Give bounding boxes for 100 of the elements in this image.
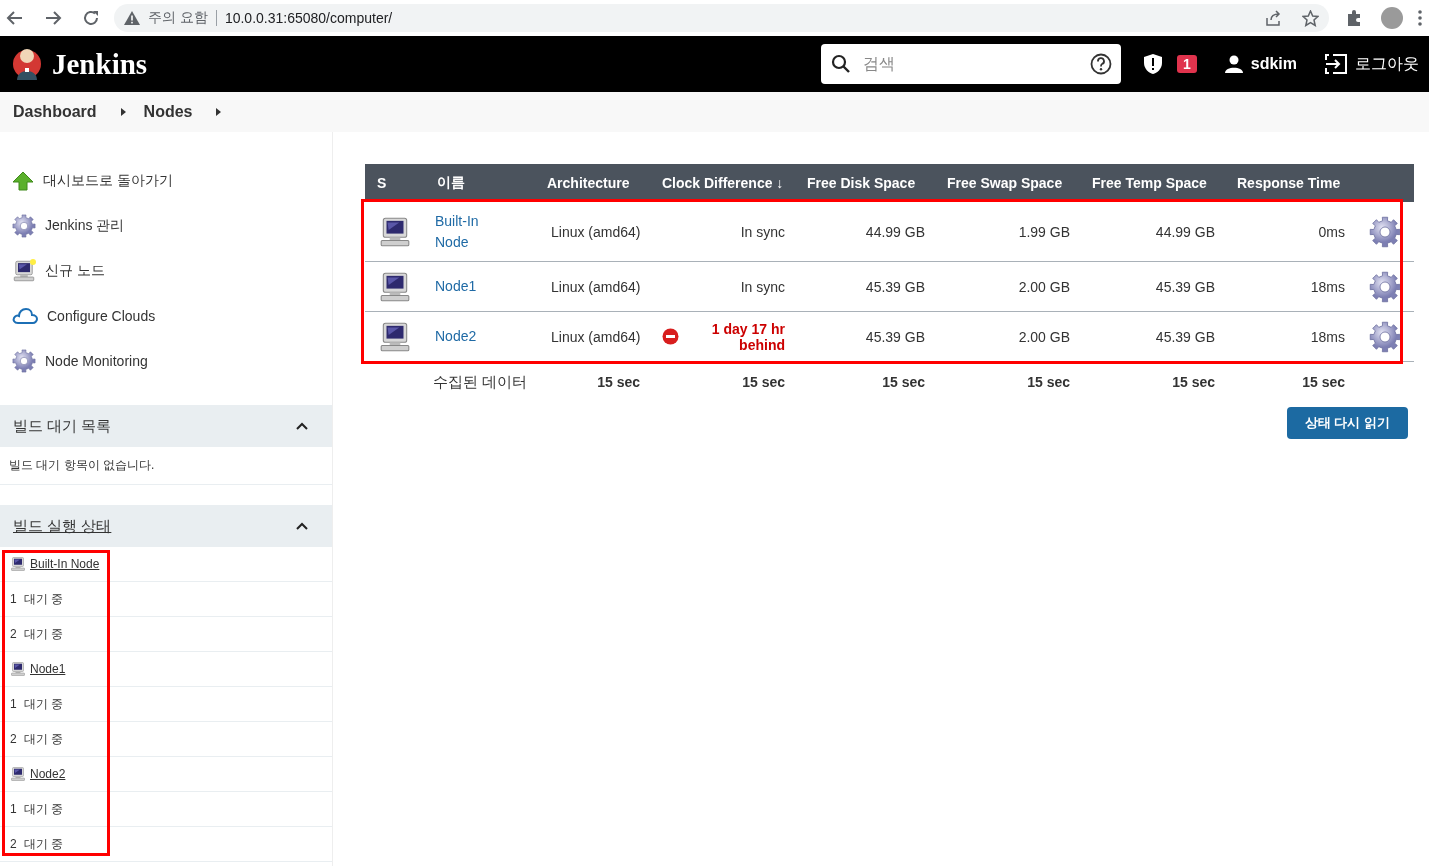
- executor-number: 1: [10, 592, 18, 606]
- logout-link[interactable]: 로그아웃: [1325, 53, 1419, 75]
- computer-icon: [10, 766, 26, 782]
- table-cell-text: 45.39 GB: [1154, 327, 1216, 347]
- user-link[interactable]: sdkim: [1224, 55, 1297, 73]
- gear-icon[interactable]: [1368, 270, 1401, 303]
- computer-icon: [10, 661, 26, 677]
- search-field[interactable]: 검색: [820, 44, 1121, 84]
- computer-icon: [12, 258, 36, 283]
- cloud-icon: [12, 306, 38, 325]
- gear-icon[interactable]: [1368, 215, 1401, 248]
- executor-number: 1: [10, 802, 18, 816]
- table-cell-text: 2.00 GB: [1017, 327, 1071, 347]
- table-cell-text: Linux (amd64): [550, 327, 642, 347]
- up-arrow-icon: [12, 169, 34, 192]
- executor-status: 대기 중: [24, 730, 64, 748]
- security-warning: 주의 요함: [148, 9, 208, 27]
- table-cell-text: 18ms: [1309, 327, 1346, 347]
- footer-label: 수집된 데이터: [432, 372, 529, 392]
- table-cell-text: 44.99 GB: [864, 222, 926, 242]
- chevron-icon[interactable]: [296, 422, 308, 430]
- breadcrumb-link[interactable]: Dashboard: [13, 103, 97, 121]
- warning-icon: [124, 11, 140, 25]
- empty-queue-message: 빌드 대기 항목이 없습니다.: [0, 447, 332, 485]
- shield-icon: [1142, 53, 1163, 75]
- computer-link[interactable]: Built-In Node: [30, 557, 100, 571]
- node-link[interactable]: Built-In Node: [435, 210, 505, 253]
- column-header[interactable]: 이름: [425, 174, 535, 192]
- gear-icon[interactable]: [1368, 320, 1401, 353]
- panel-title-link[interactable]: 빌드 실행 상태: [13, 516, 112, 536]
- executor-number: 2: [10, 837, 18, 851]
- executor-number: 2: [10, 732, 18, 746]
- star-icon[interactable]: [1302, 9, 1319, 27]
- chevron-icon[interactable]: [296, 522, 308, 530]
- table-cell-text: 1 day 17 hr behind: [710, 320, 785, 353]
- forward-icon[interactable]: [44, 9, 62, 27]
- gear-icon: [12, 348, 36, 373]
- table-cell-text: 15 sec: [1171, 374, 1216, 390]
- reload-icon[interactable]: [82, 9, 100, 27]
- table-cell-text: 0ms: [1317, 222, 1346, 242]
- help-icon[interactable]: [1089, 53, 1112, 75]
- executor-status: 대기 중: [24, 835, 64, 853]
- security-alert[interactable]: 1: [1142, 53, 1197, 75]
- executor-status: 대기 중: [24, 800, 64, 818]
- sidebar-task-link[interactable]: Jenkins 관리: [12, 203, 332, 248]
- node-link[interactable]: Node2: [435, 326, 477, 347]
- table-cell-text: Linux (amd64): [550, 222, 642, 242]
- panel-title: 빌드 대기 목록: [13, 416, 112, 436]
- profile-avatar[interactable]: [1381, 7, 1403, 29]
- computer-link[interactable]: Node2: [30, 767, 66, 781]
- table-cell-text: 44.99 GB: [1154, 222, 1216, 242]
- caret-icon[interactable]: [216, 108, 222, 116]
- breadcrumb-link[interactable]: Nodes: [143, 103, 193, 121]
- executor-status: 대기 중: [24, 590, 64, 608]
- executor-status: 대기 중: [24, 695, 64, 713]
- column-header[interactable]: Free Disk Space: [795, 175, 935, 191]
- logout-icon: [1325, 54, 1347, 74]
- puzzle-icon[interactable]: [1345, 9, 1363, 27]
- table-cell-text: 45.39 GB: [864, 277, 926, 297]
- node-link[interactable]: Node1: [435, 276, 477, 297]
- column-header[interactable]: Architecture: [535, 175, 650, 191]
- sidebar-task-link[interactable]: 대시보드로 돌아가기: [12, 158, 332, 203]
- gear-icon: [12, 213, 36, 238]
- table-cell-text: 18ms: [1309, 277, 1346, 297]
- table-cell-text: 45.39 GB: [1154, 277, 1216, 297]
- search-icon: [830, 54, 851, 74]
- caret-icon[interactable]: [120, 108, 126, 116]
- more-icon[interactable]: [1417, 9, 1423, 27]
- table-cell-text: 15 sec: [1301, 374, 1346, 390]
- table-cell-text: 45.39 GB: [864, 327, 926, 347]
- column-header[interactable]: S: [365, 175, 425, 191]
- computer-link[interactable]: Node1: [30, 662, 66, 676]
- column-header[interactable]: Free Swap Space: [935, 175, 1080, 191]
- logo-text[interactable]: Jenkins: [52, 47, 148, 81]
- computer-icon: [10, 556, 26, 572]
- share-icon[interactable]: [1265, 9, 1282, 27]
- executor-number: 2: [10, 627, 18, 641]
- url-text: 10.0.0.31:65080/computer/: [224, 10, 394, 26]
- table-cell-text: Linux (amd64): [550, 277, 642, 297]
- table-cell: In sync: [740, 223, 785, 240]
- back-icon[interactable]: [6, 9, 24, 27]
- sidebar-task-link[interactable]: Node Monitoring: [12, 338, 332, 383]
- table-cell-text: 15 sec: [741, 374, 786, 390]
- table-cell-text: 15 sec: [881, 374, 926, 390]
- column-header[interactable]: Response Time: [1225, 175, 1355, 191]
- table-cell-text: 15 sec: [596, 374, 641, 390]
- executor-status: 대기 중: [24, 625, 64, 643]
- refresh-status-button[interactable]: 상태 다시 읽기: [1286, 407, 1408, 439]
- table-cell-text: 2.00 GB: [1017, 277, 1071, 297]
- executor-number: 1: [10, 697, 18, 711]
- column-header[interactable]: Free Temp Space: [1080, 175, 1225, 191]
- alert-count-badge: 1: [1176, 55, 1197, 73]
- address-bar[interactable]: 주의 요함 10.0.0.31:65080/computer/: [114, 4, 1329, 32]
- table-cell: In sync: [740, 278, 785, 295]
- sidebar-task-link[interactable]: 신규 노드: [12, 248, 332, 293]
- column-header[interactable]: Clock Difference ↓: [650, 175, 795, 191]
- sidebar-task-link[interactable]: Configure Clouds: [12, 293, 332, 338]
- table-cell-text: 1.99 GB: [1017, 222, 1071, 242]
- table-cell-text: 15 sec: [1026, 374, 1071, 390]
- user-icon: [1224, 55, 1243, 73]
